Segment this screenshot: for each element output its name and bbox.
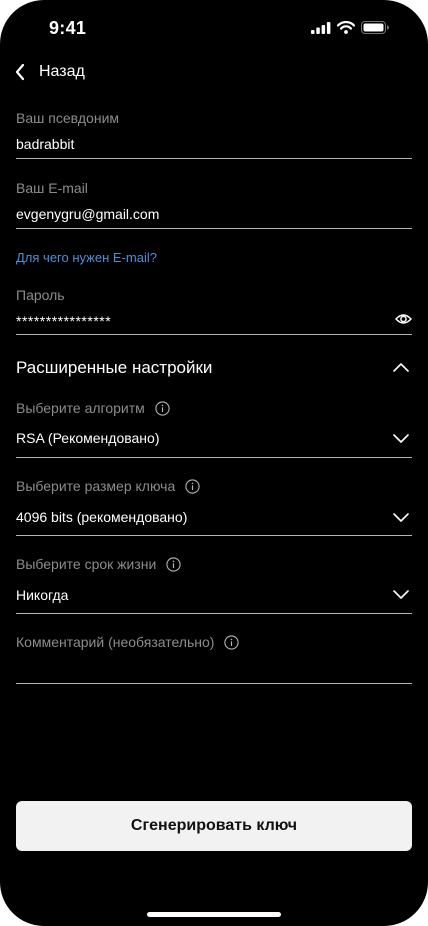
info-icon[interactable] xyxy=(185,478,200,494)
algorithm-label-row: Выберите алгоритм xyxy=(16,400,170,416)
email-label: Ваш E-mail xyxy=(16,180,88,196)
chevron-down-icon[interactable] xyxy=(392,511,410,523)
key-size-label: Выберите размер ключа xyxy=(16,478,176,494)
status-icons xyxy=(311,21,389,34)
back-label: Назад xyxy=(39,63,85,80)
lifetime-select[interactable] xyxy=(16,577,412,614)
advanced-settings-title: Расширенные настройки xyxy=(16,358,213,377)
email-help-link[interactable]: Для чего нужен E-mail? xyxy=(16,250,157,265)
chevron-left-icon xyxy=(15,63,25,81)
eye-icon[interactable] xyxy=(395,312,412,326)
status-time: 9:41 xyxy=(49,18,87,38)
wifi-icon xyxy=(337,21,355,34)
nickname-label: Ваш псевдоним xyxy=(16,110,120,126)
algorithm-select[interactable] xyxy=(16,421,412,458)
back-button[interactable]: Назад xyxy=(14,62,85,82)
email-field[interactable] xyxy=(16,198,412,229)
status-bar: 9:41 xyxy=(0,0,428,56)
comment-label: Комментарий (необязательно) xyxy=(16,634,215,650)
password-field[interactable] xyxy=(16,305,412,335)
lifetime-label: Выберите срок жизни xyxy=(16,556,157,572)
info-icon[interactable] xyxy=(155,400,170,416)
info-icon[interactable] xyxy=(224,634,240,650)
chevron-down-icon[interactable] xyxy=(392,432,410,444)
generate-key-button[interactable]: Сгенерировать ключ xyxy=(16,801,412,851)
info-icon[interactable] xyxy=(166,556,181,572)
nickname-field[interactable] xyxy=(16,128,412,159)
chevron-down-icon[interactable] xyxy=(392,588,410,600)
lifetime-label-row: Выберите срок жизни xyxy=(16,556,181,572)
comment-label-row: Комментарий (необязательно) xyxy=(16,634,240,650)
app-screen: 9:41 Назад Ваш псевдоним badrabbit Ваш E… xyxy=(0,0,428,926)
signal-icon xyxy=(311,21,331,34)
comment-input[interactable] xyxy=(16,655,412,684)
password-label: Пароль xyxy=(16,287,65,303)
battery-icon xyxy=(361,21,389,34)
chevron-up-icon[interactable] xyxy=(392,361,410,373)
key-size-select[interactable] xyxy=(16,499,412,536)
key-size-label-row: Выберите размер ключа xyxy=(16,478,200,494)
home-indicator[interactable] xyxy=(147,912,281,917)
algorithm-label: Выберите алгоритм xyxy=(16,400,145,416)
